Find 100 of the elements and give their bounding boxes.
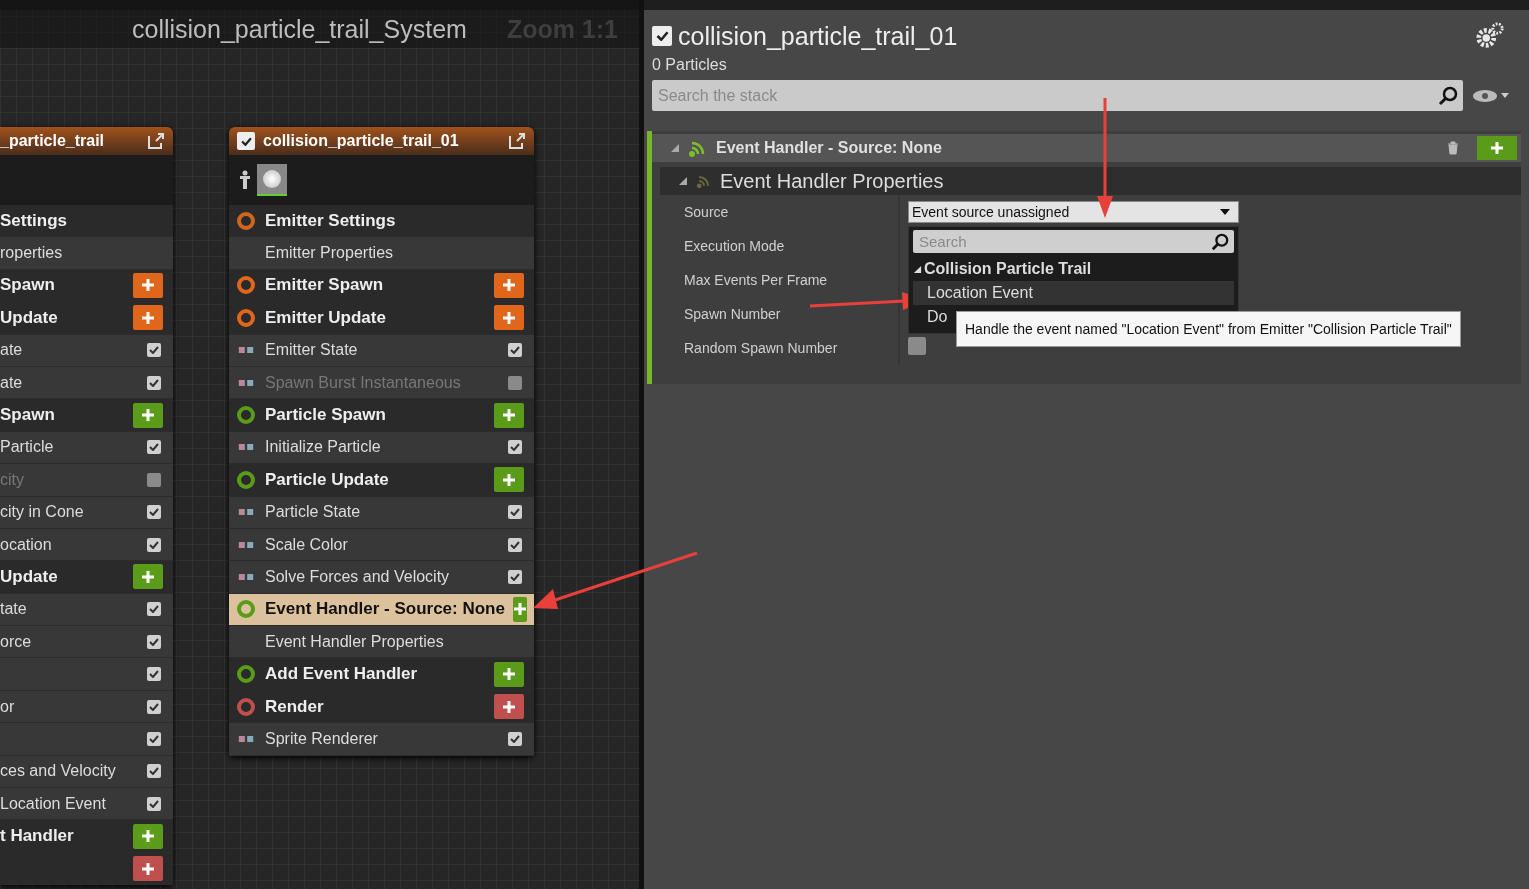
stack-row[interactable]: Add Event Handler [229, 658, 534, 691]
stack-row[interactable]: orce [0, 626, 173, 659]
property-checkbox[interactable] [908, 337, 926, 355]
stack-row[interactable]: Location Event [0, 788, 173, 821]
module-checkbox[interactable] [147, 602, 161, 617]
checkmark-icon [149, 508, 159, 517]
open-external-icon[interactable] [508, 132, 526, 150]
module-checkbox[interactable] [147, 440, 161, 455]
stack-row[interactable]: or [0, 690, 173, 724]
add-button[interactable] [133, 305, 163, 331]
group-title: Event Handler - Source: None [716, 139, 943, 157]
stack-row[interactable]: Event Handler Properties [229, 626, 534, 659]
stack-row[interactable] [0, 658, 173, 691]
module-checkbox[interactable] [147, 699, 161, 714]
module-checkbox[interactable] [508, 505, 522, 520]
module-checkbox[interactable] [508, 570, 522, 584]
row-label: Update [0, 307, 59, 328]
add-button[interactable] [494, 272, 524, 298]
stack-row[interactable]: Update [0, 561, 173, 594]
module-checkbox[interactable] [508, 537, 522, 552]
expand-arrow-icon[interactable] [678, 176, 688, 186]
module-checkbox[interactable] [147, 343, 161, 358]
stack-row[interactable]: tate [0, 593, 173, 627]
emitter-node[interactable]: _particle_trail Settings roperties Spawn Update ate ate Spawn Particle city city in Cone ocation Update tate orce or ces and Velocity Location Event t Handler [0, 127, 173, 886]
module-checkbox[interactable] [147, 731, 161, 746]
open-external-icon[interactable] [147, 132, 165, 150]
stack-row[interactable]: Sprite Renderer [229, 723, 534, 756]
menu-item[interactable]: Location Event [913, 281, 1234, 305]
module-checkbox[interactable] [147, 796, 161, 811]
stack-row[interactable]: Spawn [0, 269, 173, 303]
stack-row[interactable]: ate [0, 334, 173, 367]
search-field[interactable]: Search [913, 230, 1234, 253]
stack-row[interactable]: Solve Forces and Velocity [229, 561, 534, 594]
checkmark-icon [149, 702, 159, 711]
menu-category[interactable]: Collision Particle Trail [913, 257, 1234, 281]
stack-row[interactable]: Scale Color [229, 528, 534, 562]
stack-row[interactable]: Event Handler - Source: None [229, 593, 534, 627]
add-button[interactable] [133, 823, 163, 849]
add-button[interactable] [494, 467, 524, 493]
emitter-title: collision_particle_trail_01 [678, 21, 959, 51]
stack-row[interactable]: Render [229, 690, 534, 724]
module-checkbox[interactable] [147, 667, 161, 682]
stack-row[interactable]: Emitter Settings [229, 205, 534, 238]
stack-row[interactable]: t Handler [0, 820, 173, 853]
row-label: Emitter Properties [265, 244, 395, 263]
stack-row[interactable]: Particle [0, 431, 173, 465]
row-label: ces and Velocity [0, 762, 117, 781]
tooltip: Handle the event named "Location Event" from Emitter "Collision Particle Trail" [956, 311, 1461, 347]
stack-row[interactable]: Settings [0, 205, 173, 238]
source-dropdown[interactable]: Event source unassigned [908, 201, 1239, 223]
trash-icon[interactable] [1447, 141, 1459, 155]
add-button[interactable] [494, 694, 524, 720]
stack-row[interactable]: Emitter Spawn [229, 269, 534, 303]
module-checkbox[interactable] [147, 764, 161, 779]
module-checkbox[interactable] [147, 634, 161, 649]
stack-row[interactable]: Emitter State [229, 334, 534, 367]
module-checkbox[interactable] [147, 375, 161, 390]
add-button[interactable] [133, 402, 163, 428]
module-checkbox[interactable] [508, 375, 522, 390]
stack-row[interactable]: Emitter Update [229, 302, 534, 335]
module-checkbox[interactable] [508, 440, 522, 455]
stack-row[interactable]: city in Cone [0, 496, 173, 529]
add-button[interactable] [133, 272, 163, 298]
stack-row[interactable]: Particle State [229, 496, 534, 529]
checkmark-icon [510, 346, 520, 355]
stack-row[interactable]: ocation [0, 528, 173, 562]
visibility-icon[interactable] [1471, 87, 1511, 104]
stack-subgroup-header[interactable]: Event Handler Properties [660, 167, 1521, 195]
module-checkbox[interactable] [147, 472, 161, 487]
module-checkbox[interactable] [147, 505, 161, 520]
row-label: Event Handler Properties [265, 632, 445, 651]
expand-arrow-icon[interactable] [670, 143, 680, 153]
stack-row[interactable] [0, 723, 173, 756]
add-button[interactable] [494, 661, 524, 687]
stack-row[interactable]: Initialize Particle [229, 431, 534, 465]
sprite-thumbnail[interactable] [257, 164, 287, 196]
stack-row[interactable]: Update [0, 302, 173, 335]
search-field[interactable]: Search the stack [652, 80, 1463, 111]
stack-row[interactable]: Spawn [0, 399, 173, 432]
emitter-checkbox[interactable] [652, 26, 672, 46]
module-checkbox[interactable] [147, 537, 161, 552]
add-button[interactable] [494, 305, 524, 331]
add-button[interactable] [133, 564, 163, 590]
stack-group-header[interactable]: Event Handler - Source: None [652, 134, 1521, 162]
settings-icon[interactable] [1475, 21, 1505, 51]
emitter-node[interactable] [229, 127, 534, 756]
emitter-checkbox[interactable] [237, 132, 255, 150]
row-label: city [0, 470, 25, 489]
checkmark-icon [510, 443, 520, 452]
stack-row[interactable]: ate [0, 366, 173, 400]
stack-row[interactable]: Particle Update [229, 464, 534, 497]
stack-row[interactable]: roperties [0, 237, 173, 270]
module-checkbox[interactable] [508, 731, 522, 746]
stack-row[interactable]: ces and Velocity [0, 755, 173, 789]
property-label: Random Spawn Number [660, 331, 900, 365]
stack-row[interactable]: Emitter Properties [229, 237, 534, 270]
stack-row[interactable]: Particle Spawn [229, 399, 534, 432]
stack-row[interactable] [0, 852, 173, 886]
module-checkbox[interactable] [508, 343, 522, 358]
add-button[interactable] [494, 402, 524, 428]
